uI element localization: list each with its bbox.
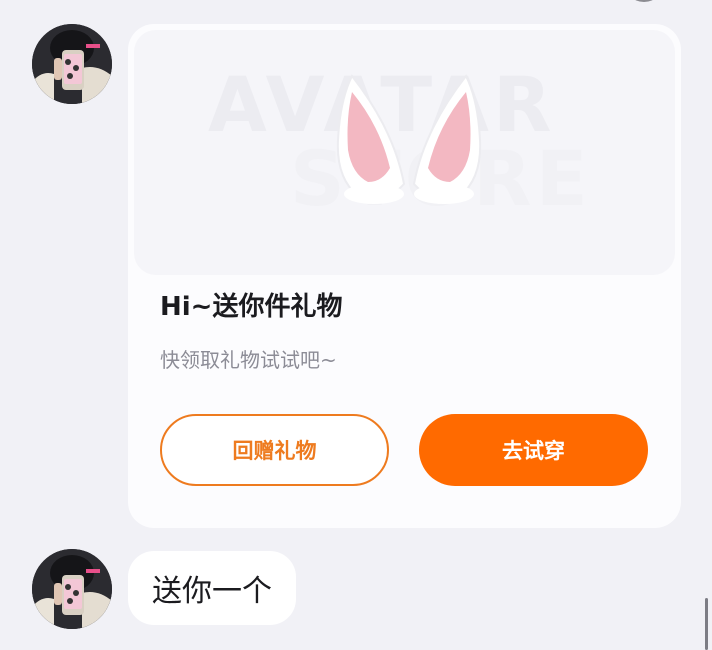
avatar-photo-icon [32, 549, 112, 629]
bunny-ears-icon [336, 74, 482, 204]
gift-subtitle: 快领取礼物试试吧~ [160, 348, 337, 372]
sender-avatar[interactable] [32, 549, 112, 629]
gift-card[interactable]: AVATAR STORE Hi~送你件礼物 快领取礼物试试吧~ 回赠礼物 去试穿 [128, 24, 681, 528]
previous-message-avatar[interactable] [624, 0, 664, 2]
sender-avatar[interactable] [32, 24, 112, 104]
try-on-button[interactable]: 去试穿 [419, 414, 648, 486]
return-gift-button[interactable]: 回赠礼物 [160, 414, 389, 486]
gift-image[interactable]: AVATAR STORE [134, 30, 675, 275]
avatar-photo-icon [32, 24, 112, 104]
gift-title: Hi~送你件礼物 [160, 292, 343, 322]
scrollbar[interactable] [705, 598, 708, 650]
message-bubble[interactable]: 送你一个 [128, 551, 296, 625]
